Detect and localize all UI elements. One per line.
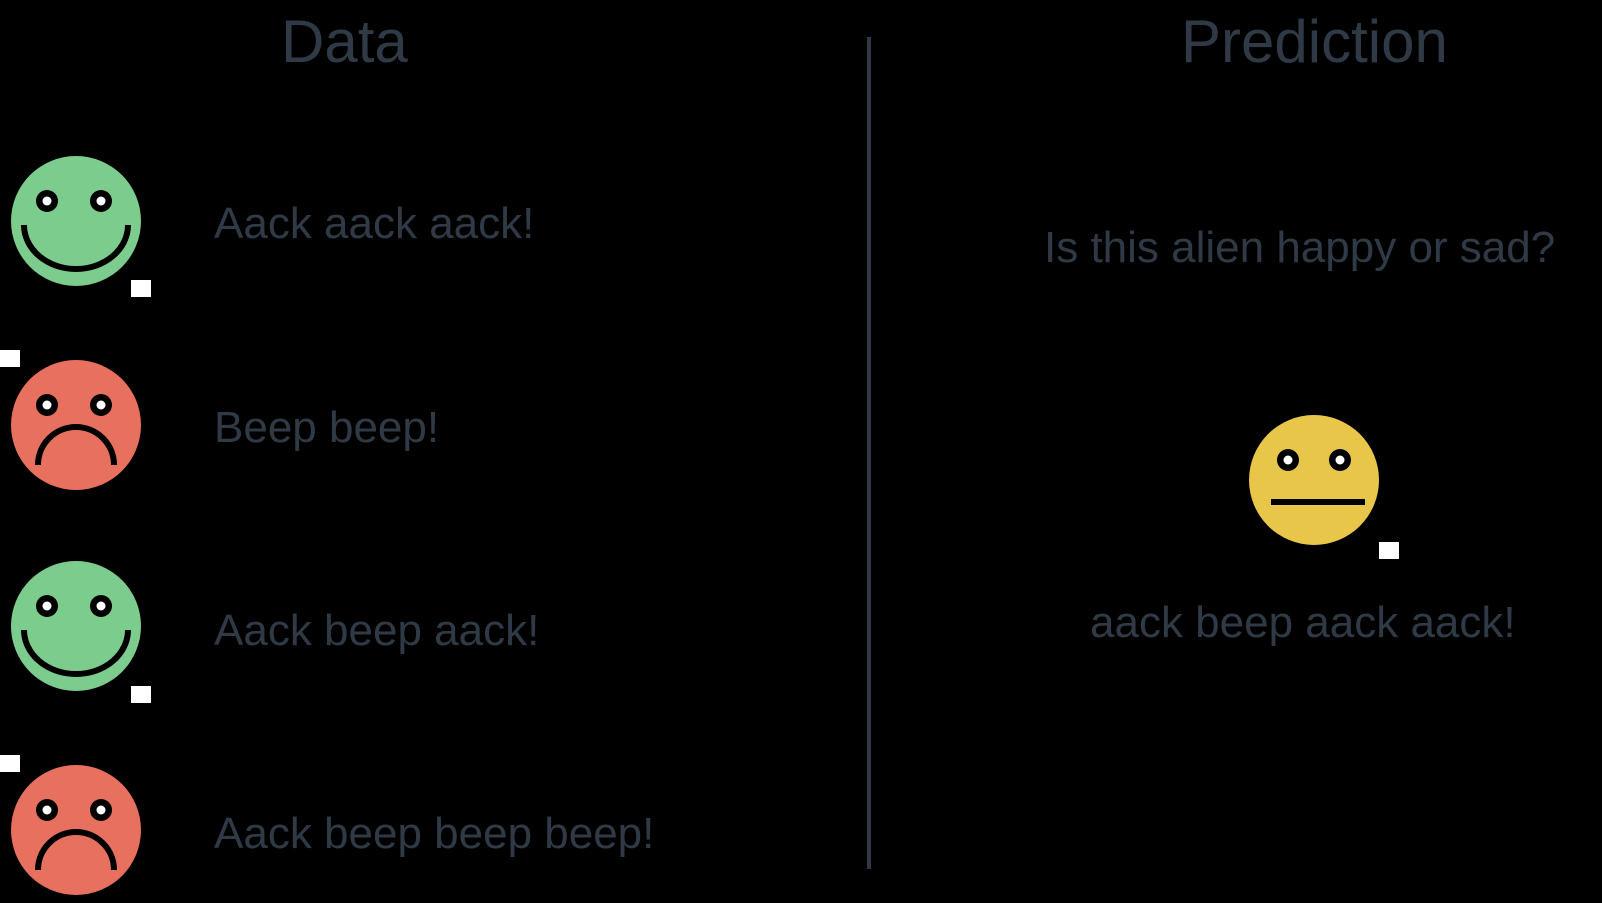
happy-face-icon xyxy=(11,561,141,691)
happy-marker xyxy=(131,686,151,703)
data-row-2-text: Beep beep! xyxy=(214,403,440,452)
happy-marker xyxy=(131,280,151,297)
sad-face-icon xyxy=(11,765,141,895)
sad-face-icon xyxy=(11,360,141,490)
neutral-face-icon xyxy=(1249,415,1379,545)
happy-face-icon xyxy=(11,156,141,286)
diagram-canvas: Data Prediction Aack aack aack! Beep bee… xyxy=(0,0,1602,903)
prediction-text: aack beep aack aack! xyxy=(1090,598,1516,647)
column-divider xyxy=(867,37,871,869)
data-row-3-text: Aack beep aack! xyxy=(214,606,540,655)
data-row-4-text: Aack beep beep beep! xyxy=(214,809,655,858)
prediction-heading: Prediction xyxy=(1181,8,1448,75)
prediction-marker xyxy=(1379,542,1399,559)
data-row-1-text: Aack aack aack! xyxy=(214,199,535,248)
prediction-question: Is this alien happy or sad? xyxy=(1044,223,1556,272)
data-heading: Data xyxy=(281,8,408,75)
